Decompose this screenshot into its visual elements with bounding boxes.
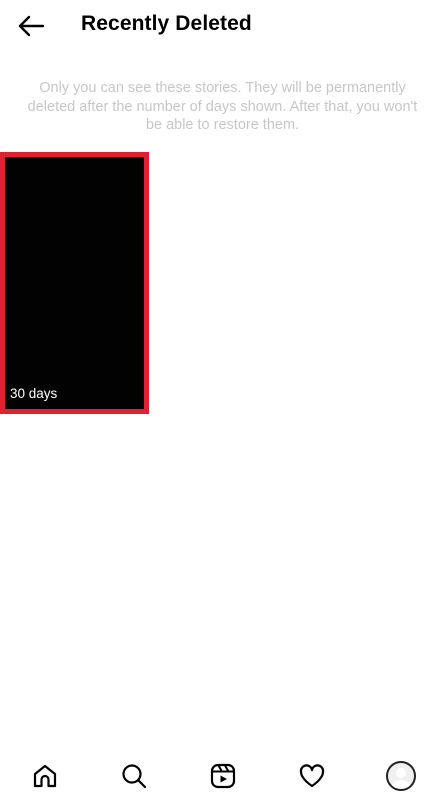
- nav-profile[interactable]: [379, 754, 423, 798]
- page-title: Recently Deleted: [81, 12, 252, 35]
- back-button[interactable]: [14, 11, 48, 41]
- nav-activity[interactable]: [290, 754, 334, 798]
- deleted-story-thumbnail[interactable]: 30 days: [0, 152, 149, 414]
- arrow-left-icon: [18, 15, 45, 37]
- nav-search[interactable]: [112, 754, 156, 798]
- profile-avatar-icon: [385, 761, 416, 791]
- deleted-stories-notice: Only you can see these stories. They wil…: [27, 80, 418, 133]
- reels-icon: [210, 763, 235, 789]
- nav-home[interactable]: [23, 754, 67, 798]
- bottom-navigation: [0, 747, 445, 805]
- heart-icon: [299, 764, 324, 788]
- top-bar: Recently Deleted: [0, 0, 445, 52]
- search-icon: [121, 764, 146, 789]
- days-remaining-label: 30 days: [10, 386, 58, 401]
- home-icon: [33, 764, 56, 788]
- nav-reels[interactable]: [201, 754, 245, 798]
